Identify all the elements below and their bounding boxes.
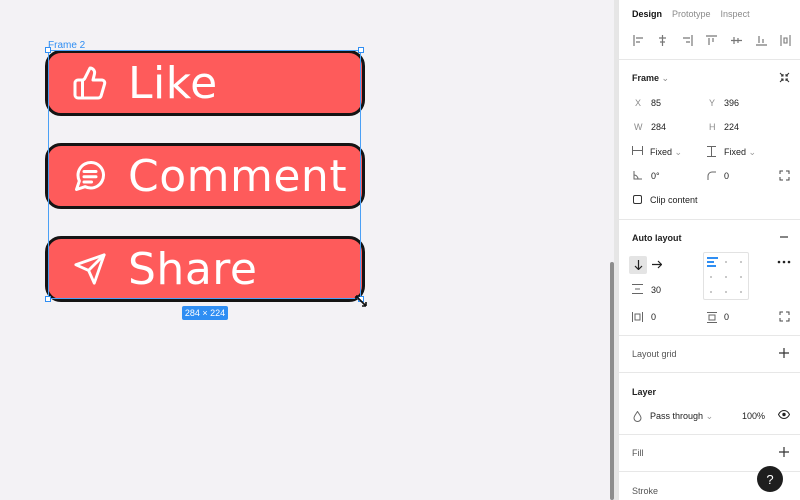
collapse-icon[interactable] (779, 72, 790, 83)
resize-handle-top-right[interactable] (358, 47, 364, 53)
align-center-vertical-icon[interactable] (731, 34, 743, 46)
divider (619, 372, 800, 373)
clip-content-label: Clip content (650, 195, 698, 205)
w-label: W (634, 122, 643, 132)
resize-handle-bottom-left[interactable] (45, 296, 51, 302)
stroke-title: Stroke (632, 486, 659, 496)
auto-layout-title: Auto layout (632, 233, 682, 243)
spacing-icon (632, 284, 643, 294)
x-label: X (635, 98, 642, 108)
horizontal-direction-button[interactable] (652, 260, 662, 269)
alignment-grid[interactable] (703, 252, 749, 300)
height-field[interactable]: 224 (724, 122, 739, 132)
resize-handle-top-left[interactable] (45, 47, 51, 53)
size-badge: 284 × 224 (182, 306, 228, 320)
tab-inspect[interactable]: Inspect (721, 9, 750, 19)
layer-opacity-field[interactable]: 100% (742, 411, 765, 421)
divider (619, 59, 800, 60)
corner-radius-icon (707, 171, 716, 180)
corner-radius-field[interactable]: 0 (724, 171, 729, 181)
design-canvas[interactable]: Frame 2 Like Comment Share 284 × 224 (0, 0, 614, 500)
panel-tabs: Design Prototype Inspect (632, 9, 750, 19)
align-left-icon[interactable] (632, 34, 644, 46)
horizontal-resize-icon (632, 146, 643, 155)
rotation-field[interactable]: 0° (651, 171, 660, 181)
frame-section-title[interactable]: Frame ⌄ (632, 73, 669, 84)
design-panel: Design Prototype Inspect Frame ⌄ X 85 Y … (618, 0, 800, 500)
independent-corners-icon[interactable] (779, 170, 790, 181)
align-right-icon[interactable] (681, 34, 693, 46)
vertical-padding-icon (707, 312, 717, 323)
alignment-bar (707, 265, 716, 267)
remove-auto-layout-icon[interactable] (779, 232, 789, 242)
individual-padding-icon[interactable] (779, 311, 790, 322)
resize-cursor-icon (354, 294, 368, 313)
eye-icon[interactable] (778, 410, 790, 419)
rotation-icon (633, 171, 642, 180)
alignment-bar (707, 257, 718, 259)
tab-design[interactable]: Design (632, 9, 662, 19)
scrollbar-thumb[interactable] (610, 262, 614, 500)
layer-title: Layer (632, 387, 657, 397)
x-field[interactable]: 85 (651, 98, 661, 108)
vertical-resizing-select[interactable]: Fixed ⌄ (724, 147, 756, 158)
vertical-padding-field[interactable]: 0 (724, 312, 729, 322)
alignment-toolbar (632, 34, 792, 46)
selection-box (48, 50, 361, 299)
alignment-bar (707, 261, 714, 263)
horizontal-padding-field[interactable]: 0 (651, 312, 656, 322)
divider (619, 434, 800, 435)
more-options-icon[interactable] (777, 260, 791, 264)
clip-content-checkbox[interactable] (633, 195, 642, 204)
blend-mode-select[interactable]: Pass through ⌄ (650, 411, 713, 422)
distribute-icon[interactable] (780, 34, 792, 46)
add-layout-grid-icon[interactable] (779, 348, 789, 358)
vertical-direction-button[interactable] (629, 256, 647, 274)
align-bottom-icon[interactable] (755, 34, 767, 46)
horizontal-resizing-select[interactable]: Fixed ⌄ (650, 147, 682, 158)
help-button[interactable]: ? (757, 466, 783, 492)
width-field[interactable]: 284 (651, 122, 666, 132)
blend-mode-icon (633, 411, 642, 422)
layout-grid-title: Layout grid (632, 349, 677, 359)
horizontal-padding-icon (632, 312, 643, 322)
divider (619, 335, 800, 336)
fill-title: Fill (632, 448, 644, 458)
tab-prototype[interactable]: Prototype (672, 9, 711, 19)
align-top-icon[interactable] (706, 34, 718, 46)
y-field[interactable]: 396 (724, 98, 739, 108)
y-label: Y (709, 98, 716, 108)
vertical-resize-icon (707, 146, 716, 157)
h-label: H (709, 122, 716, 132)
add-fill-icon[interactable] (779, 447, 789, 457)
spacing-field[interactable]: 30 (651, 285, 661, 295)
divider (619, 219, 800, 220)
align-center-horizontal-icon[interactable] (657, 34, 669, 46)
